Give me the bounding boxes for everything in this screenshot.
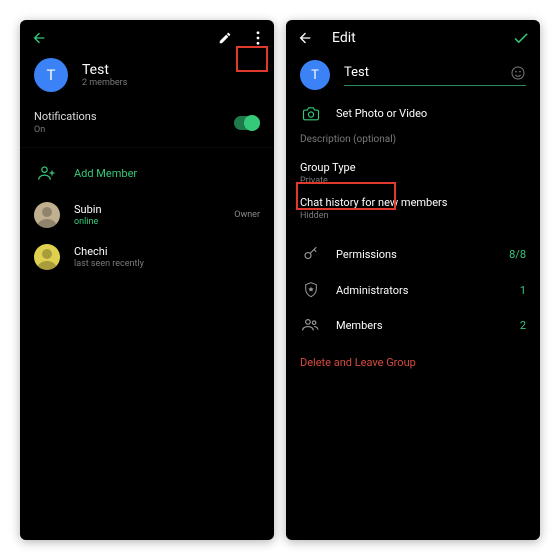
topbar-edit: Edit	[286, 20, 540, 56]
description-label: Description (optional)	[300, 134, 396, 145]
phone-group-info: T Test 2 members Notifications On Add Me…	[20, 20, 274, 540]
group-name-edit-row: T Test	[286, 56, 540, 96]
members-label: Members	[336, 319, 506, 332]
confirm-check-icon[interactable]	[512, 29, 530, 47]
member-status: last seen recently	[74, 259, 246, 269]
member-status: online	[74, 217, 220, 227]
member-role: Owner	[234, 210, 260, 220]
emoji-icon[interactable]	[510, 65, 526, 81]
group-avatar[interactable]: T	[34, 58, 68, 92]
phone-edit-group: Edit T Test Set Photo or Video Descripti…	[286, 20, 540, 540]
group-name: Test	[82, 62, 127, 78]
back-arrow-icon[interactable]	[296, 29, 314, 47]
member-name: Subin	[74, 203, 220, 216]
group-name-input[interactable]: Test	[344, 65, 510, 80]
edit-title: Edit	[332, 30, 356, 46]
administrators-value: 1	[520, 284, 526, 297]
member-row[interactable]: Subin online Owner	[20, 194, 274, 236]
group-type-row[interactable]: Group Type Private	[286, 159, 540, 194]
back-arrow-icon[interactable]	[30, 29, 48, 47]
notifications-toggle[interactable]	[234, 116, 260, 130]
add-member-row[interactable]: Add Member	[20, 148, 274, 194]
set-photo-row[interactable]: Set Photo or Video	[286, 96, 540, 130]
edit-pencil-icon[interactable]	[216, 29, 234, 47]
chat-history-row[interactable]: Chat history for new members Hidden	[286, 194, 540, 230]
notifications-label: Notifications	[34, 110, 97, 123]
topbar	[20, 20, 274, 56]
shield-icon	[300, 281, 322, 299]
administrators-row[interactable]: Administrators 1	[286, 272, 540, 308]
notifications-row[interactable]: Notifications On	[20, 102, 274, 148]
member-name: Chechi	[74, 245, 246, 258]
key-icon	[300, 245, 322, 263]
permissions-value: 8/8	[509, 248, 526, 261]
chat-history-value: Hidden	[300, 211, 329, 221]
permissions-label: Permissions	[336, 248, 495, 261]
delete-leave-button[interactable]: Delete and Leave Group	[286, 342, 540, 383]
group-type-value: Private	[300, 176, 328, 186]
add-member-icon	[34, 160, 60, 186]
permissions-row[interactable]: Permissions 8/8	[286, 236, 540, 272]
description-row[interactable]: Description (optional)	[286, 130, 540, 159]
member-row[interactable]: Chechi last seen recently	[20, 236, 274, 278]
member-avatar	[34, 202, 60, 228]
members-row[interactable]: Members 2	[286, 308, 540, 342]
group-member-count: 2 members	[82, 78, 127, 88]
members-value: 2	[520, 319, 526, 332]
notifications-state: On	[34, 125, 97, 135]
group-header: T Test 2 members	[20, 56, 274, 102]
add-member-label: Add Member	[74, 167, 137, 180]
members-icon	[300, 317, 322, 333]
chat-history-label: Chat history for new members	[300, 196, 447, 209]
member-avatar	[34, 244, 60, 270]
administrators-label: Administrators	[336, 284, 506, 297]
camera-icon	[300, 105, 322, 121]
group-avatar[interactable]: T	[300, 60, 330, 90]
more-vert-icon[interactable]	[252, 29, 264, 47]
group-type-label: Group Type	[300, 161, 356, 174]
set-photo-label: Set Photo or Video	[336, 107, 427, 120]
